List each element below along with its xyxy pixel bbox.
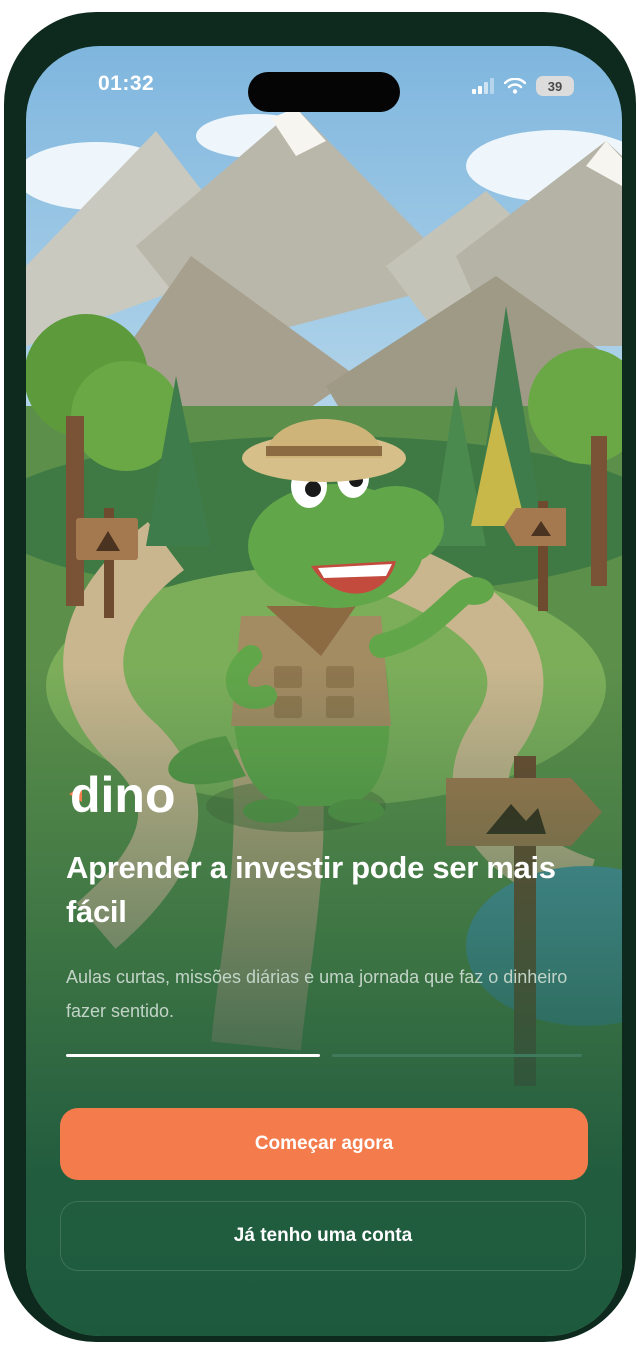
page-title: Aprender a investir pode ser mais fácil: [66, 850, 556, 929]
status-icons: 39: [472, 76, 574, 96]
battery-level: 39: [547, 78, 563, 94]
battery-icon: 39: [536, 76, 574, 96]
login-button[interactable]: Já tenho uma conta: [60, 1201, 586, 1271]
wifi-icon: [504, 78, 526, 94]
dino-logo-mark: dino: [69, 767, 176, 823]
start-now-button[interactable]: Começar agora: [60, 1108, 588, 1180]
logo-text: dino: [70, 768, 176, 822]
signal-icon: [472, 78, 494, 94]
status-time: 01:32: [98, 72, 155, 95]
onboarding-screen: 01:32 39 dino Aprender a investir pode s…: [26, 46, 622, 1336]
onboarding-progress-step-1: [66, 1054, 320, 1057]
dynamic-island: [248, 72, 400, 112]
page-subtitle: Aulas curtas, missões diárias e uma jorn…: [66, 967, 568, 1021]
dino-logo: dino: [66, 767, 206, 827]
phone-frame: 01:32 39 dino Aprender a investir pode s…: [4, 12, 636, 1342]
onboarding-progress-step-2: [332, 1054, 582, 1057]
status-bar: 01:32 39: [26, 46, 622, 126]
